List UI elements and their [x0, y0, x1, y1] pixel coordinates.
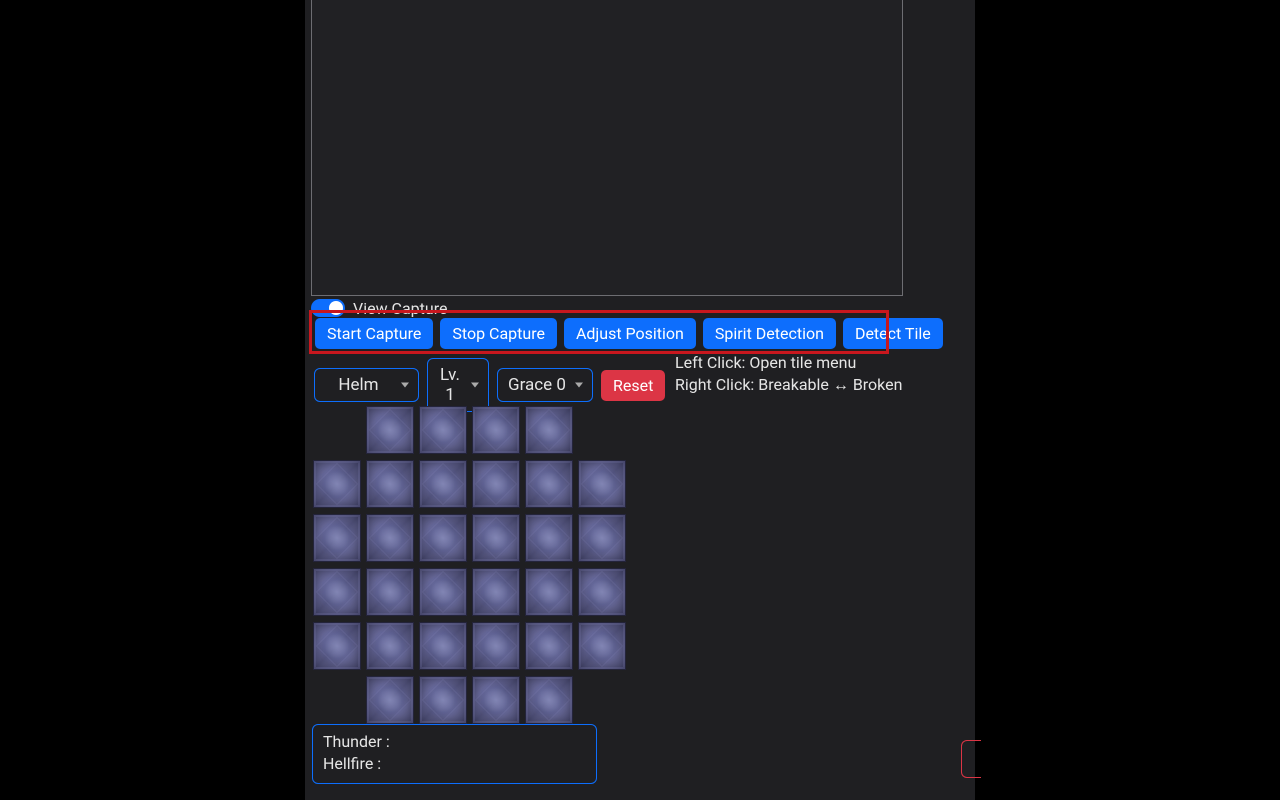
tile[interactable]: [313, 460, 361, 508]
tile[interactable]: [313, 622, 361, 670]
partial-right-button[interactable]: [961, 740, 981, 778]
tile-spacer: [313, 406, 366, 454]
tile-spacer: [313, 676, 366, 724]
tile[interactable]: [525, 676, 573, 724]
stop-capture-button[interactable]: Stop Capture: [440, 318, 557, 349]
tile[interactable]: [419, 676, 467, 724]
tile[interactable]: [366, 514, 414, 562]
capture-button-row: Start Capture Stop Capture Adjust Positi…: [315, 318, 943, 349]
tile[interactable]: [525, 514, 573, 562]
tile-row: [313, 676, 631, 724]
controls-row: Helm Lv. 1 Grace 0 Reset: [314, 358, 665, 412]
hellfire-status: Hellfire :: [323, 753, 586, 775]
tile[interactable]: [525, 460, 573, 508]
adjust-position-button[interactable]: Adjust Position: [564, 318, 696, 349]
tile[interactable]: [472, 460, 520, 508]
tile[interactable]: [366, 406, 414, 454]
slot-select[interactable]: Helm: [314, 368, 419, 402]
tile[interactable]: [419, 568, 467, 616]
tile[interactable]: [313, 568, 361, 616]
tile[interactable]: [366, 568, 414, 616]
tile[interactable]: [472, 406, 520, 454]
tile[interactable]: [525, 568, 573, 616]
tile-row: [313, 568, 631, 616]
detect-tile-button[interactable]: Detect Tile: [843, 318, 943, 349]
tile[interactable]: [472, 622, 520, 670]
tile[interactable]: [472, 514, 520, 562]
tile[interactable]: [472, 676, 520, 724]
tile[interactable]: [578, 460, 626, 508]
tile[interactable]: [366, 676, 414, 724]
tile[interactable]: [525, 406, 573, 454]
start-capture-button[interactable]: Start Capture: [315, 318, 433, 349]
grace-select[interactable]: Grace 0: [497, 368, 593, 402]
tile[interactable]: [578, 514, 626, 562]
tile[interactable]: [578, 568, 626, 616]
tile[interactable]: [578, 622, 626, 670]
thunder-status: Thunder :: [323, 731, 586, 753]
status-box: Thunder : Hellfire :: [312, 724, 597, 784]
tile[interactable]: [366, 460, 414, 508]
help-right-click: Right Click: Breakable ↔ Broken: [675, 374, 902, 396]
tile-board: [313, 406, 631, 730]
tile[interactable]: [525, 622, 573, 670]
tile[interactable]: [313, 514, 361, 562]
view-capture-toggle[interactable]: [311, 299, 345, 317]
spirit-detection-button[interactable]: Spirit Detection: [703, 318, 836, 349]
tile-row: [313, 460, 631, 508]
tile[interactable]: [366, 622, 414, 670]
tile-row: [313, 514, 631, 562]
tile[interactable]: [419, 514, 467, 562]
tile-row: [313, 406, 631, 454]
tile-row: [313, 622, 631, 670]
tile[interactable]: [419, 460, 467, 508]
view-capture-row: View Capture: [311, 298, 447, 318]
tile[interactable]: [419, 406, 467, 454]
help-left-click: Left Click: Open tile menu: [675, 352, 902, 374]
tile[interactable]: [472, 568, 520, 616]
tile[interactable]: [419, 622, 467, 670]
level-select[interactable]: Lv. 1: [427, 358, 489, 412]
reset-button[interactable]: Reset: [601, 370, 665, 401]
help-text: Left Click: Open tile menu Right Click: …: [675, 352, 902, 396]
capture-preview: [311, 0, 903, 296]
app-panel: View Capture Start Capture Stop Capture …: [305, 0, 975, 800]
view-capture-label: View Capture: [353, 299, 447, 318]
